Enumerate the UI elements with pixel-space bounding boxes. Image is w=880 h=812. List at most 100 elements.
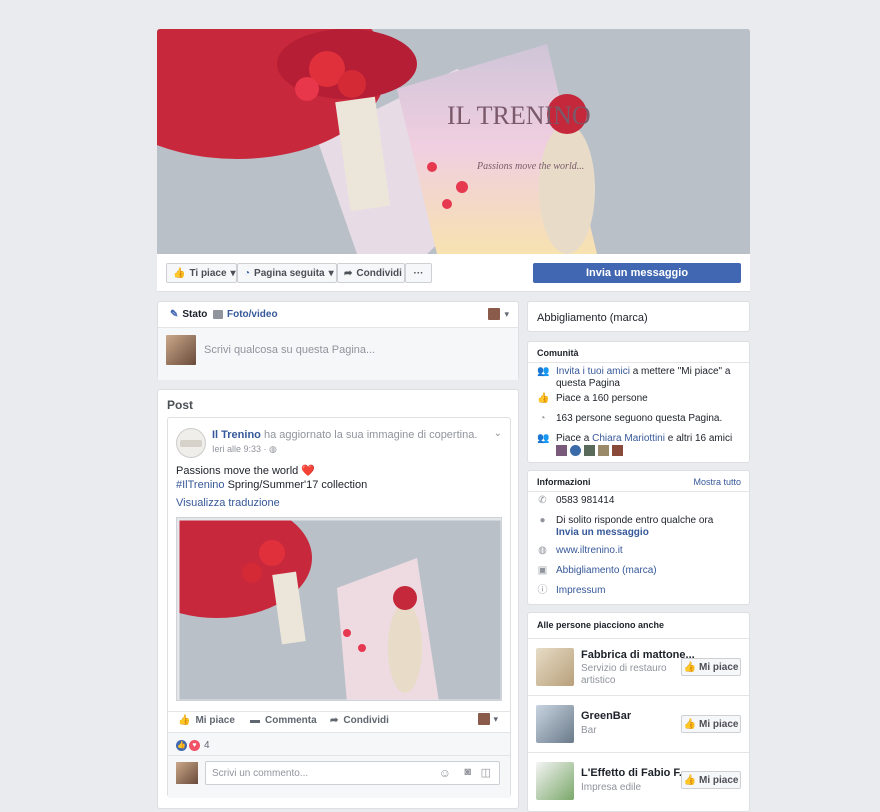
follows-row: ◔ 163 persone seguono questa Pagina.: [537, 413, 722, 425]
more-icon: ···: [413, 267, 424, 279]
impressum-link[interactable]: Impressum: [556, 585, 605, 597]
cover-brand-text: IL TRENINO: [447, 101, 591, 130]
post-share-button[interactable]: ➦ Condividi: [330, 715, 389, 726]
comment-input[interactable]: Scrivi un commento...: [212, 768, 308, 779]
thumbs-up-icon: 👍: [178, 715, 191, 726]
follow-page-button[interactable]: ◔ Pagina seguita ▾: [237, 263, 337, 283]
share-arrow-icon: ➦: [344, 267, 353, 279]
sticker-icon[interactable]: ◫: [481, 766, 491, 779]
suggestion-like-button[interactable]: 👍 Mi piace: [681, 658, 741, 676]
info-title: Informazioni: [537, 477, 591, 487]
suggestion-category: Impresa edile: [581, 782, 642, 793]
post-image[interactable]: [176, 517, 502, 701]
show-all-link[interactable]: Mostra tutto: [693, 477, 741, 487]
phone-number[interactable]: 0583 981414: [556, 495, 614, 507]
suggestion-like-button[interactable]: 👍 Mi piace: [681, 715, 741, 733]
friends-like-text: Piace a Chiara Mariottini e altri 16 ami…: [556, 433, 732, 445]
suggestion-category: Servizio di restauro artistico: [581, 663, 667, 686]
more-options-button[interactable]: ···: [405, 263, 432, 283]
friend-avatars: [556, 445, 623, 456]
invite-friends-row: 👥 Invita i tuoi amici a mettere "Mi piac…: [537, 366, 742, 390]
cover-photo[interactable]: IL TRENINO Passions move the world...: [157, 29, 750, 254]
community-title: Comunità: [537, 348, 579, 358]
like-page-button[interactable]: 👍 Ti piace ▾: [166, 263, 237, 283]
friend-avatar[interactable]: [598, 445, 609, 456]
phone-icon: ✆: [538, 495, 547, 506]
response-time: Di solito risponde entro qualche ora: [556, 515, 714, 526]
caret-down-icon[interactable]: ▾: [493, 714, 498, 725]
suggestion-like-label: Mi piace: [698, 718, 739, 730]
author-avatar[interactable]: [176, 428, 206, 458]
suggestion-category: Bar: [581, 725, 597, 736]
posts-title: Post: [167, 398, 194, 412]
tab-status[interactable]: ✎ Stato: [170, 309, 207, 320]
follows-count[interactable]: 163 persone seguono questa Pagina.: [556, 413, 722, 425]
follow-page-label: Pagina seguita: [254, 267, 325, 279]
impressum-row: ⓘ Impressum: [537, 585, 606, 597]
tab-photo-label: Foto/video: [227, 309, 278, 320]
info-send-message-link[interactable]: Invia un messaggio: [556, 527, 649, 538]
suggestion-thumbnail[interactable]: [536, 762, 574, 800]
post-card: Il Trenino ha aggiornato la sua immagine…: [167, 417, 511, 798]
see-translation-link[interactable]: Visualizza traduzione: [176, 497, 280, 509]
comment-bubble-icon: ▬: [250, 715, 260, 726]
suggestion-like-button[interactable]: 👍 Mi piace: [681, 771, 741, 789]
share-arrow-icon: ➦: [330, 715, 339, 726]
like-page-label: Ti piace: [189, 267, 227, 279]
page-avatar-selector[interactable]: [488, 308, 500, 320]
caret-down-icon: ▾: [328, 267, 334, 279]
likes-count[interactable]: Piace a 160 persone: [556, 393, 648, 405]
post-body: Passions move the world ❤️ #IlTrenino Sp…: [176, 464, 367, 510]
phone-row: ✆ 0583 981414: [537, 495, 614, 507]
friends-suffix: e altri 16 amici: [664, 433, 733, 444]
friend-avatar[interactable]: [612, 445, 623, 456]
commenter-avatar: [176, 762, 198, 784]
friend-avatar[interactable]: [584, 445, 595, 456]
post-menu-chevron-icon[interactable]: ⌄: [494, 428, 502, 439]
post-like-button[interactable]: 👍 Mi piace: [178, 715, 235, 726]
tab-photo-video[interactable]: Foto/video: [213, 309, 278, 320]
emoji-icon[interactable]: ☺: [439, 766, 451, 780]
cover-tagline: Passions move the world...: [476, 161, 584, 172]
comment-input-box[interactable]: Scrivi un commento... ☺ ◙ ◫: [205, 761, 500, 785]
suggestion-name[interactable]: Fabbrica di mattone...: [581, 649, 695, 661]
category-row: ▣ Abbigliamento (marca): [537, 565, 657, 577]
response-row: ● Di solito risponde entro qualche ora In…: [537, 515, 713, 539]
thumbs-up-icon: 👍: [537, 393, 550, 404]
post-comment-button[interactable]: ▬ Commenta: [250, 715, 317, 726]
invite-friends-link[interactable]: Invita i tuoi amici: [556, 366, 630, 377]
page-avatar: [166, 335, 196, 365]
info-icon: ⓘ: [537, 585, 548, 596]
suggestion-name[interactable]: GreenBar: [581, 710, 631, 722]
post-timestamp[interactable]: Ieri alle 9:33 ·: [212, 444, 269, 454]
post-as-avatar[interactable]: [478, 713, 490, 725]
composer-input[interactable]: Scrivi qualcosa su questa Pagina...: [204, 344, 375, 356]
reaction-count: 4: [204, 740, 210, 751]
author-name-link[interactable]: Il Trenino: [212, 429, 261, 441]
pencil-icon: ✎: [170, 309, 179, 320]
friends-like-row: 👥 Piace a Chiara Mariottini e altri 16 a…: [537, 433, 732, 445]
category-link[interactable]: Abbigliamento (marca): [556, 565, 657, 577]
photo-icon: [213, 310, 223, 319]
post-comment-label: Commenta: [265, 715, 317, 726]
tag-icon: ▣: [537, 565, 548, 576]
suggestion-thumbnail[interactable]: [536, 705, 574, 743]
friend-name-link[interactable]: Chiara Mariottini: [592, 433, 665, 444]
suggestion-thumbnail[interactable]: [536, 648, 574, 686]
hashtag-link[interactable]: #IlTrenino: [176, 479, 225, 491]
friend-avatar[interactable]: [556, 445, 567, 456]
people-icon: 👥: [537, 433, 550, 444]
thumbs-up-icon: 👍: [683, 661, 696, 673]
website-link[interactable]: www.iltrenino.it: [556, 545, 623, 557]
send-message-button[interactable]: Invia un messaggio: [533, 263, 741, 283]
friend-avatar[interactable]: [570, 445, 581, 456]
reactions-summary[interactable]: 👍 ♥ 4: [176, 740, 210, 751]
suggestion-like-label: Mi piace: [698, 661, 739, 673]
page-action-bar: 👍 Ti piace ▾ ◔ Pagina seguita ▾ ➦ Condiv…: [157, 254, 750, 292]
caret-down-icon[interactable]: ▾: [504, 309, 509, 320]
suggestion-name[interactable]: L'Effetto di Fabio F...: [581, 767, 688, 779]
post-image-illustration: [177, 518, 501, 700]
page-category-card: Abbigliamento (marca): [527, 301, 750, 332]
camera-icon[interactable]: ◙: [464, 766, 471, 778]
share-page-button[interactable]: ➦ Condividi: [337, 263, 405, 283]
